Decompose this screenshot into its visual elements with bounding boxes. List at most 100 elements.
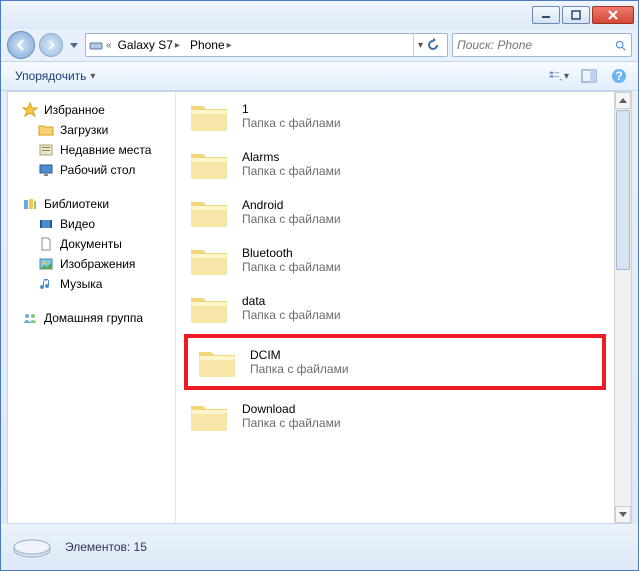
chevron-right-icon: ▸ [227, 40, 232, 51]
breadcrumb[interactable]: « Galaxy S7▸ Phone▸ ▾ [85, 33, 448, 57]
search-icon[interactable] [614, 37, 627, 53]
folder-name: data [242, 294, 341, 308]
music-icon [38, 276, 54, 292]
view-options-button[interactable]: ▾ [548, 65, 570, 87]
titlebar [1, 1, 638, 29]
sidebar-label: Недавние места [60, 143, 151, 157]
help-button[interactable]: ? [608, 65, 630, 87]
status-text: Элементов: 15 [65, 540, 147, 554]
sidebar-item-music[interactable]: Музыка [8, 274, 175, 294]
address-bar: « Galaxy S7▸ Phone▸ ▾ [1, 29, 638, 61]
address-refresh: ▾ [413, 34, 445, 56]
folder-item[interactable]: 1Папка с файлами [176, 92, 614, 140]
breadcrumb-label: Phone [190, 38, 225, 52]
sidebar-label: Изображения [60, 257, 135, 271]
folder-icon [188, 146, 230, 182]
folder-item[interactable]: DCIMПапка с файлами [184, 334, 606, 390]
history-dropdown[interactable] [67, 33, 81, 57]
sidebar-homegroup[interactable]: Домашняя группа [8, 308, 175, 328]
folder-item[interactable]: BluetoothПапка с файлами [176, 236, 614, 284]
folder-icon [188, 242, 230, 278]
folder-icon [188, 398, 230, 434]
search-box[interactable] [452, 33, 632, 57]
explorer-window: « Galaxy S7▸ Phone▸ ▾ Упорядочить ▾ ▾ ? … [0, 0, 639, 571]
scrollbar-track[interactable] [615, 271, 631, 506]
preview-pane-button[interactable] [578, 65, 600, 87]
scrollbar-thumb[interactable] [616, 110, 630, 270]
sidebar-label: Музыка [60, 277, 102, 291]
back-button[interactable] [7, 31, 35, 59]
close-button[interactable] [592, 6, 634, 24]
sidebar-label: Видео [60, 217, 95, 231]
sidebar-item-documents[interactable]: Документы [8, 234, 175, 254]
sidebar-item-recent[interactable]: Недавние места [8, 140, 175, 160]
folder-item[interactable]: AndroidПапка с файлами [176, 188, 614, 236]
minimize-button[interactable] [532, 6, 560, 24]
folder-name: DCIM [250, 348, 349, 362]
chevron-left-icon: « [106, 40, 112, 51]
dropdown-icon[interactable]: ▾ [418, 40, 423, 51]
breadcrumb-segment[interactable]: Galaxy S7▸ [114, 38, 184, 52]
navigation-pane: Избранное Загрузки Недавние места Рабочи… [8, 92, 176, 523]
folder-item[interactable]: dataПапка с файлами [176, 284, 614, 332]
sidebar-label: Загрузки [60, 123, 108, 137]
sidebar-label: Библиотеки [44, 197, 109, 211]
folder-subtype: Папка с файлами [242, 416, 341, 430]
sidebar-label: Документы [60, 237, 122, 251]
refresh-icon[interactable] [425, 37, 441, 53]
breadcrumb-segment[interactable]: Phone▸ [186, 38, 236, 52]
device-icon [88, 37, 104, 53]
scroll-down-button[interactable] [615, 506, 631, 523]
forward-button[interactable] [39, 33, 63, 57]
folder-item[interactable]: DownloadПапка с файлами [176, 392, 614, 440]
drive-icon [11, 532, 53, 562]
sidebar-item-desktop[interactable]: Рабочий стол [8, 160, 175, 180]
folder-subtype: Папка с файлами [242, 260, 341, 274]
svg-text:?: ? [615, 69, 622, 83]
folder-item[interactable]: AlarmsПапка с файлами [176, 140, 614, 188]
folder-subtype: Папка с файлами [250, 362, 349, 376]
organize-label: Упорядочить [15, 69, 86, 83]
document-icon [38, 236, 54, 252]
folder-icon [188, 98, 230, 134]
body: Избранное Загрузки Недавние места Рабочи… [7, 91, 632, 524]
folder-icon [188, 194, 230, 230]
sidebar-item-downloads[interactable]: Загрузки [8, 120, 175, 140]
breadcrumb-label: Galaxy S7 [118, 38, 173, 52]
organize-button[interactable]: Упорядочить ▾ [9, 67, 101, 85]
scroll-up-button[interactable] [615, 92, 631, 109]
video-icon [38, 216, 54, 232]
chevron-down-icon: ▾ [90, 71, 95, 82]
content-pane: 1Папка с файламиAlarmsПапка с файламиAnd… [176, 92, 631, 523]
folder-subtype: Папка с файлами [242, 212, 341, 226]
sidebar-item-pictures[interactable]: Изображения [8, 254, 175, 274]
chevron-right-icon: ▸ [175, 40, 180, 51]
sidebar-favorites[interactable]: Избранное [8, 100, 175, 120]
status-bar: Элементов: 15 [1, 524, 638, 570]
libraries-icon [22, 196, 38, 212]
toolbar: Упорядочить ▾ ▾ ? [1, 61, 638, 91]
folder-icon [38, 122, 54, 138]
folder-name: Download [242, 402, 341, 416]
folder-name: Alarms [242, 150, 341, 164]
folder-name: 1 [242, 102, 341, 116]
folder-name: Bluetooth [242, 246, 341, 260]
picture-icon [38, 256, 54, 272]
folder-subtype: Папка с файлами [242, 116, 341, 130]
desktop-icon [38, 162, 54, 178]
search-input[interactable] [457, 38, 614, 52]
maximize-button[interactable] [562, 6, 590, 24]
folder-icon [188, 290, 230, 326]
recent-icon [38, 142, 54, 158]
folder-icon [196, 344, 238, 380]
homegroup-icon [22, 310, 38, 326]
star-icon [22, 102, 38, 118]
sidebar-item-videos[interactable]: Видео [8, 214, 175, 234]
sidebar-label: Рабочий стол [60, 163, 135, 177]
sidebar-label: Домашняя группа [44, 311, 143, 325]
folder-subtype: Папка с файлами [242, 308, 341, 322]
vertical-scrollbar[interactable] [614, 92, 631, 523]
sidebar-libraries[interactable]: Библиотеки [8, 194, 175, 214]
chevron-down-icon: ▾ [564, 71, 569, 82]
folder-name: Android [242, 198, 341, 212]
